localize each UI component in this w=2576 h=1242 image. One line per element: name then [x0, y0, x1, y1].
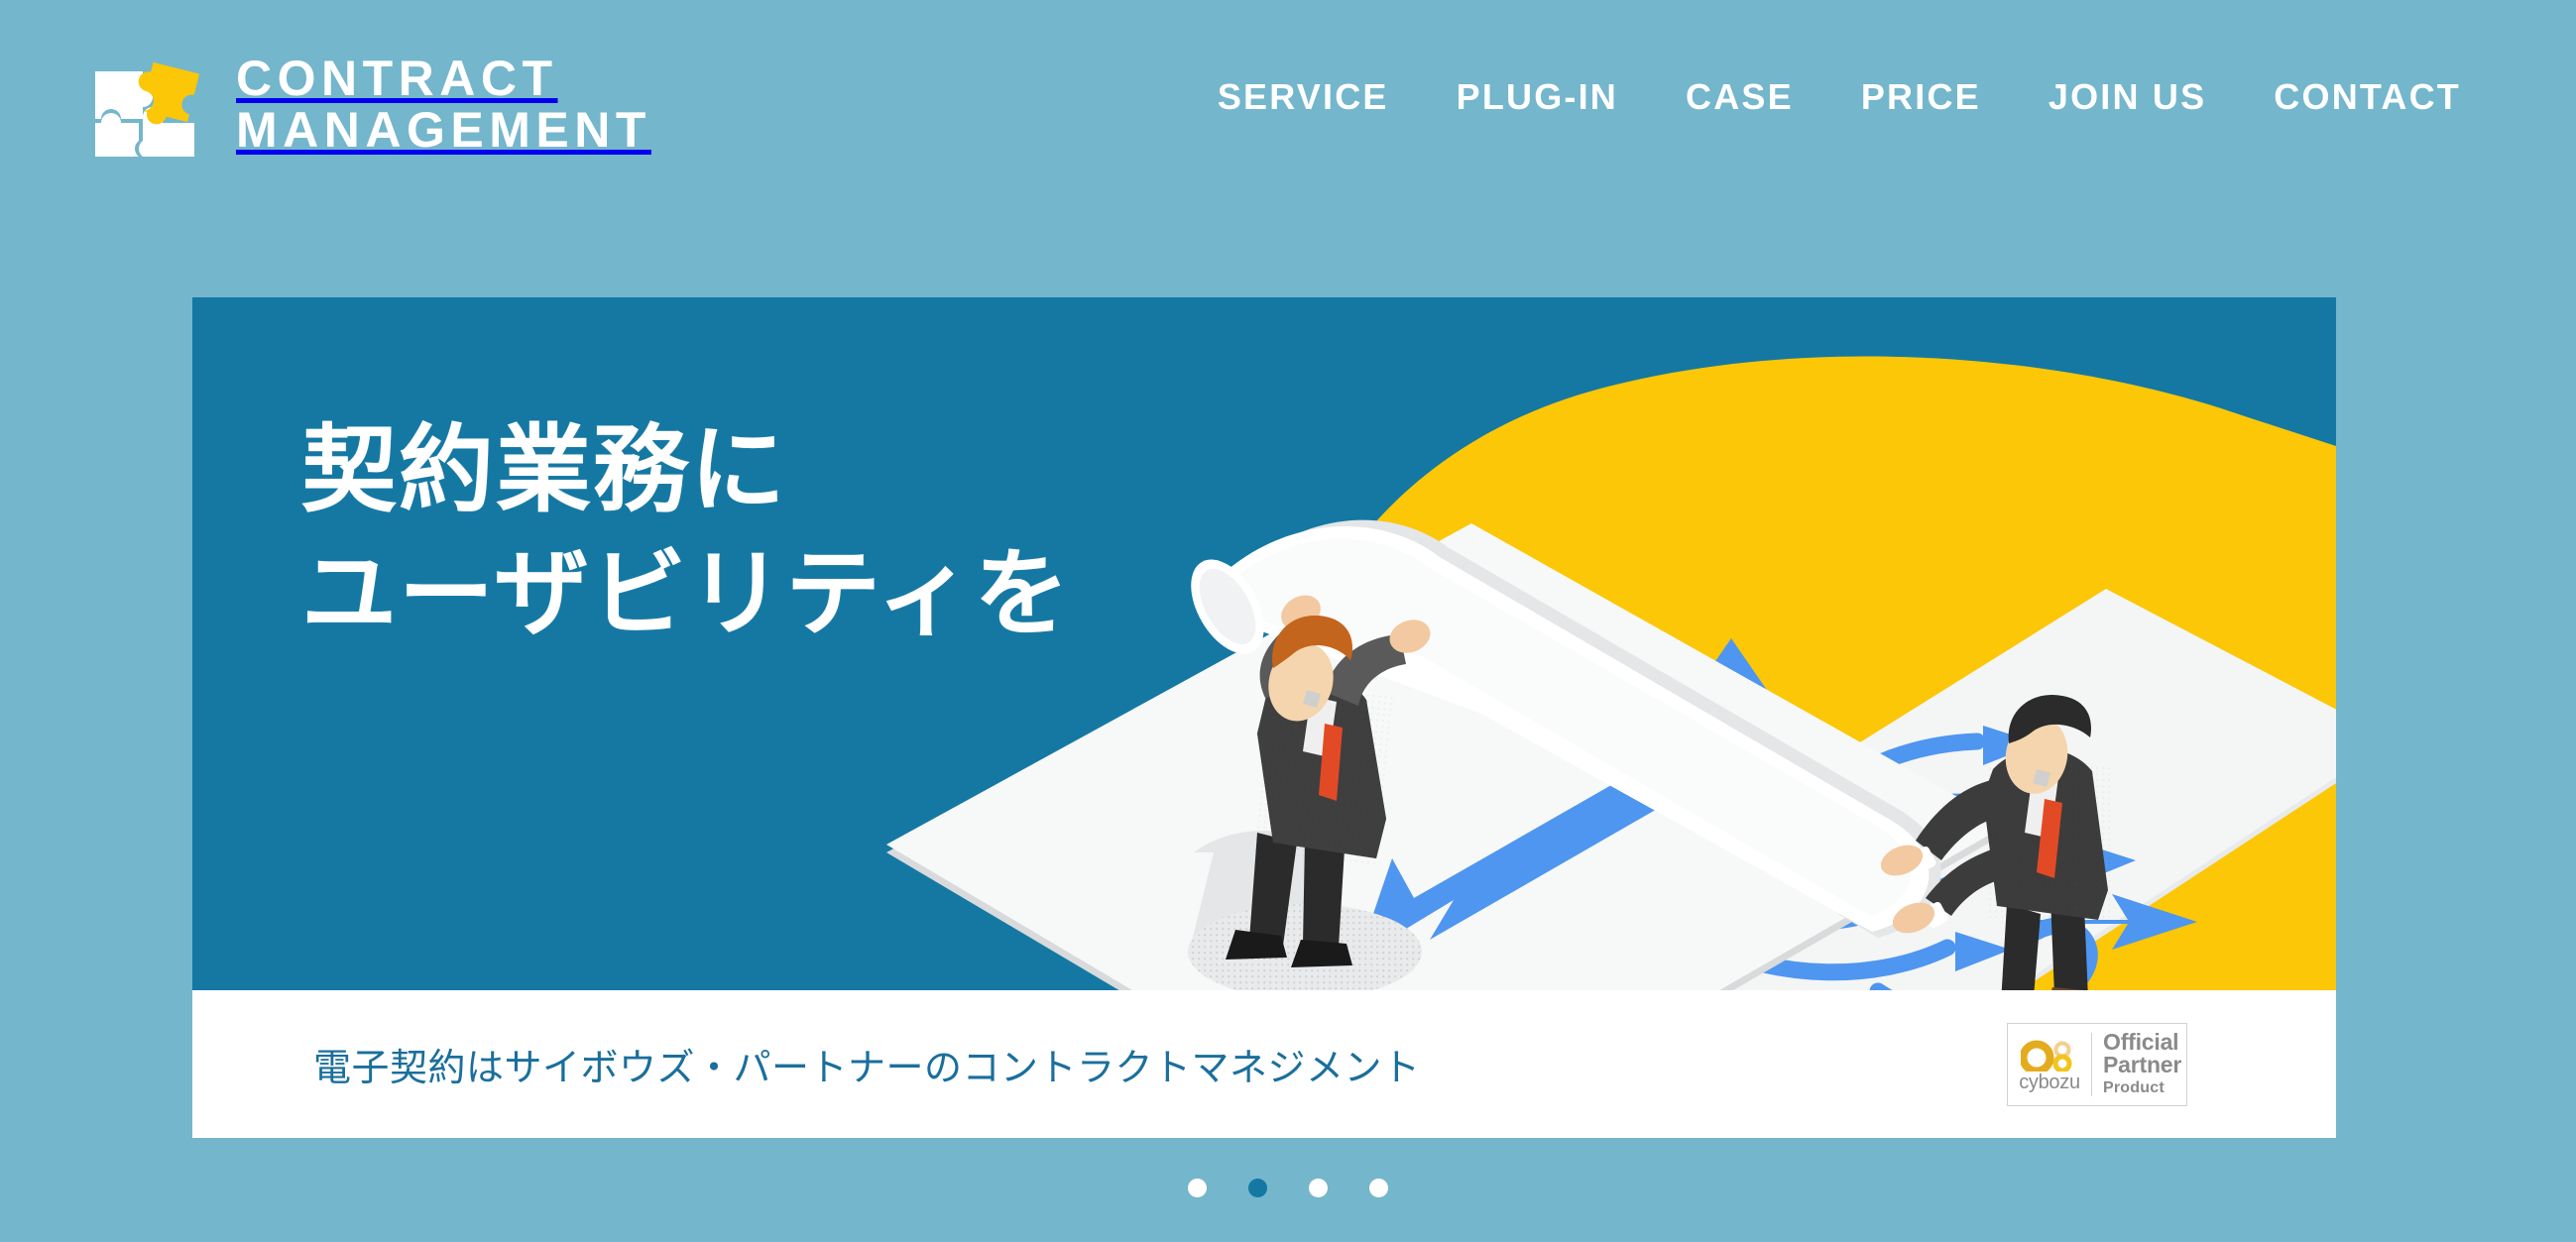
carousel-dot-1[interactable]: [1188, 1179, 1207, 1197]
puzzle-pieces-icon: [87, 46, 204, 163]
hero-headline-line-2: ユーザビリティを: [301, 537, 1072, 649]
hero-carousel-slide[interactable]: 契約業務に ユーザビリティを 電子契約はサイボウズ・パートナーのコントラクトマネ…: [192, 297, 2336, 1138]
hero-headline-line-1: 契約業務に: [301, 414, 787, 525]
nav-contact[interactable]: CONTACT: [2240, 76, 2461, 118]
carousel-pagination: [0, 1179, 2576, 1197]
hero-caption-bar: 電子契約はサイボウズ・パートナーのコントラクトマネジメント cybozu Off…: [192, 990, 2336, 1138]
logo-line-2: MANAGEMENT: [236, 102, 651, 158]
cybozu-official-partner-badge: cybozu Official Partner Product: [2007, 1022, 2187, 1106]
official-partner-text: Official Partner Product: [2092, 1024, 2186, 1105]
hero-caption-text: 電子契約はサイボウズ・パートナーのコントラクトマネジメント: [313, 1046, 1421, 1089]
badge-line-product: Product: [2103, 1078, 2165, 1096]
carousel-dot-3[interactable]: [1309, 1179, 1328, 1197]
nav-service[interactable]: SERVICE: [1184, 76, 1423, 118]
nav-plugin[interactable]: PLUG-IN: [1423, 76, 1652, 118]
site-logo[interactable]: CONTRACT MANAGEMENT: [87, 46, 651, 163]
cybozu-logo: cybozu: [2008, 1024, 2091, 1105]
cybozu-circles-icon: [2019, 1039, 2078, 1075]
hero-headline: 契約業務に ユーザビリティを: [301, 408, 1071, 656]
nav-price[interactable]: PRICE: [1827, 76, 2015, 118]
page-root: CONTRACT MANAGEMENT SERVICE PLUG-IN CASE…: [0, 0, 2576, 1242]
carousel-dot-2[interactable]: [1248, 1179, 1267, 1197]
badge-line-official: Official: [2103, 1028, 2179, 1055]
site-logo-text: CONTRACT MANAGEMENT: [236, 53, 651, 156]
nav-case[interactable]: CASE: [1652, 76, 1827, 118]
nav-join-us[interactable]: JOIN US: [2015, 76, 2240, 118]
cybozu-wordmark: cybozu: [2019, 1072, 2080, 1093]
carousel-dot-4[interactable]: [1369, 1179, 1388, 1197]
logo-line-1: CONTRACT: [236, 51, 558, 106]
badge-line-partner: Partner: [2103, 1052, 2182, 1078]
site-header: CONTRACT MANAGEMENT SERVICE PLUG-IN CASE…: [0, 0, 2576, 194]
main-navigation: SERVICE PLUG-IN CASE PRICE JOIN US CONTA…: [1184, 0, 2461, 194]
